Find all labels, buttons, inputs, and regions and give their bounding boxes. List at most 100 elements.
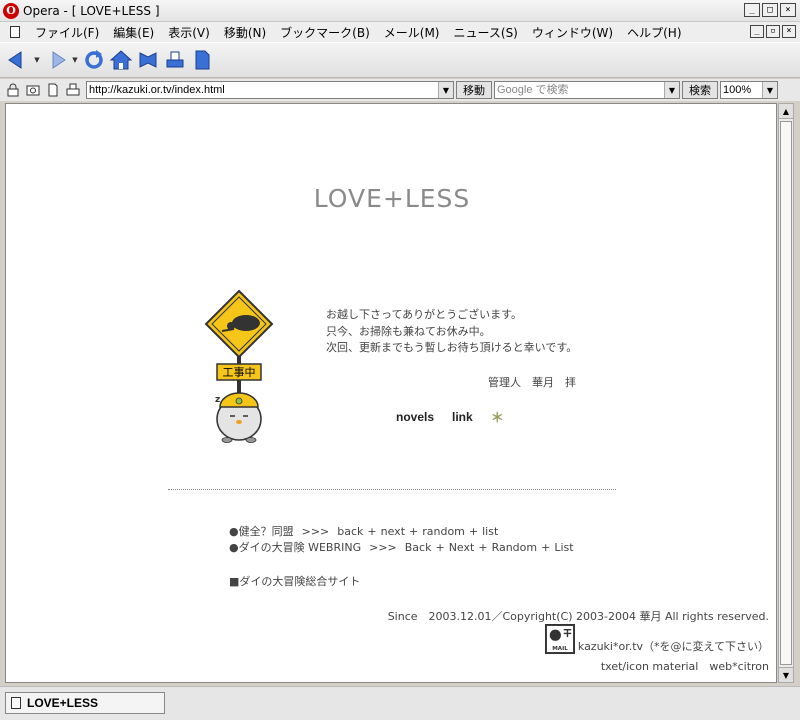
webring-name: ●健全？同盟 — [229, 525, 294, 538]
screenshot-button[interactable] — [24, 81, 42, 99]
arrows-separator: >>> — [369, 541, 397, 554]
menu-view[interactable]: 表示(V) — [161, 24, 217, 41]
reload-button[interactable] — [82, 48, 106, 72]
security-icon[interactable] — [4, 81, 22, 99]
svg-text:z: z — [215, 395, 220, 405]
menu-help[interactable]: ヘルプ(H) — [620, 24, 688, 41]
page-info-button[interactable] — [44, 81, 62, 99]
webring-random-link[interactable]: random — [422, 524, 465, 540]
window-titlebar: O Opera - [ LOVE+LESS ] _ □ × — [0, 0, 800, 22]
search-engine-dropdown[interactable]: ▼ — [664, 82, 679, 98]
menu-bar: ファイル(F) 編集(E) 表示(V) 移動(N) ブックマーク(B) メール(… — [0, 22, 800, 42]
plus-separator: + — [478, 541, 488, 554]
url-field[interactable]: ▼ — [86, 81, 454, 99]
scroll-down-arrow[interactable]: ▼ — [779, 667, 793, 682]
webring-back-link[interactable]: back — [337, 524, 363, 540]
vertical-scrollbar[interactable]: ▲ ▼ — [778, 103, 794, 683]
document-icon — [10, 26, 20, 38]
camera-icon — [26, 85, 40, 96]
forward-arrow-icon — [52, 51, 66, 69]
dotted-divider — [168, 489, 616, 490]
lock-icon — [7, 83, 19, 97]
material-credit[interactable]: txet/icon material web*citron — [601, 658, 769, 674]
star-icon: ＊ — [490, 410, 504, 425]
scroll-up-arrow[interactable]: ▲ — [779, 104, 793, 119]
menu-bookmarks[interactable]: ブックマーク(B) — [273, 24, 377, 41]
menu-window[interactable]: ウィンドウ(W) — [525, 24, 620, 41]
url-history-dropdown[interactable]: ▼ — [438, 82, 453, 98]
scroll-thumb[interactable] — [780, 121, 792, 665]
mdi-restore-button[interactable]: ▫ — [766, 25, 780, 38]
greeting-message: お越し下さってありがとうございます。 只今、お掃除も兼ねてお休み中。 次回、更新… — [326, 307, 577, 357]
webring-row: ●健全？同盟 >>> back + next + random + list — [229, 524, 574, 540]
webring-list-link[interactable]: list — [482, 524, 498, 540]
arrows-separator: >>> — [301, 525, 330, 538]
fan-site-link[interactable]: ■ダイの大冒険総合サイト — [229, 573, 360, 589]
message-line: 次回、更新までもう暫しお待ち頂けると幸いです。 — [326, 341, 578, 354]
maximize-button[interactable]: □ — [762, 3, 778, 17]
webring-row: ●ダイの大冒険 WEBRING >>> Back + Next + Random… — [229, 540, 574, 556]
webring-list-link[interactable]: List — [554, 540, 573, 556]
zoom-dropdown[interactable]: ▼ — [762, 82, 777, 98]
home-icon — [109, 50, 133, 70]
mail-address: kazuki*or.tv（*を@に変えて下さい） — [577, 640, 769, 653]
go-button[interactable]: 移動 — [456, 81, 492, 99]
minimize-button[interactable]: _ — [744, 3, 760, 17]
zoom-input[interactable] — [721, 82, 762, 98]
page-tab[interactable]: LOVE+LESS — [5, 692, 165, 714]
admin-signature: 管理人 華月 拝 — [488, 376, 576, 389]
webring-next-link[interactable]: next — [381, 524, 405, 540]
back-arrow-icon — [8, 51, 22, 69]
webring-name: ●ダイの大冒険 WEBRING — [229, 541, 362, 554]
menu-file[interactable]: ファイル(F) — [28, 24, 106, 41]
mail-contact: MAIL kazuki*or.tv（*を@に変えて下さい） — [544, 624, 769, 654]
back-history-dropdown[interactable]: ▼ — [33, 48, 41, 72]
main-toolbar: ▼ ▼ — [0, 42, 800, 78]
window-title: Opera - [ LOVE+LESS ] — [23, 3, 160, 18]
menu-navigation[interactable]: 移動(N) — [217, 24, 273, 41]
search-button[interactable]: 検索 — [682, 81, 718, 99]
forward-button[interactable] — [44, 48, 68, 72]
forward-history-dropdown[interactable]: ▼ — [71, 48, 79, 72]
svg-text:MAIL: MAIL — [552, 646, 568, 652]
plus-separator: + — [468, 525, 479, 538]
page-viewport: LOVE+LESS 工事中 z お越し下さってありがとうございます。 只今、お掃… — [5, 103, 777, 683]
reload-icon — [85, 50, 103, 69]
webrings: ●健全？同盟 >>> back + next + random + list ●… — [229, 524, 574, 556]
zoom-select[interactable]: ▼ — [720, 81, 778, 99]
bookmarks-icon — [139, 52, 157, 68]
webring-random-link[interactable]: Random — [492, 540, 538, 556]
printer-icon — [166, 51, 184, 68]
address-bar: ▼ 移動 ▼ 検索 ▼ — [0, 79, 800, 101]
nav-novels-link[interactable]: novels — [396, 410, 434, 424]
menu-edit[interactable]: 編集(E) — [106, 24, 161, 41]
page-icon — [48, 83, 58, 97]
site-title: LOVE+LESS — [313, 184, 471, 213]
print-button[interactable] — [163, 48, 187, 72]
new-page-button[interactable] — [190, 48, 214, 72]
back-button[interactable] — [6, 48, 30, 72]
search-field[interactable]: ▼ — [494, 81, 680, 99]
status-bar: LOVE+LESS — [0, 686, 800, 720]
webring-back-link[interactable]: Back — [405, 540, 432, 556]
svg-text:工事中: 工事中 — [223, 366, 256, 379]
url-input[interactable] — [87, 82, 438, 98]
new-page-icon — [195, 50, 210, 70]
search-input[interactable] — [495, 82, 664, 98]
print-preview-button[interactable] — [64, 81, 82, 99]
menu-mail[interactable]: メール(M) — [377, 24, 447, 41]
tab-label: LOVE+LESS — [27, 696, 99, 710]
plus-separator: + — [541, 541, 551, 554]
close-button[interactable]: × — [780, 3, 796, 17]
copyright-text: Since 2003.12.01／Copyright(C) 2003-2004 … — [387, 610, 769, 623]
mail-icon[interactable]: MAIL — [544, 624, 575, 654]
home-button[interactable] — [109, 48, 133, 72]
mdi-minimize-button[interactable]: _ — [750, 25, 764, 38]
webring-next-link[interactable]: Next — [449, 540, 475, 556]
site-nav: novels link ＊ — [396, 407, 504, 426]
under-construction-illustration: 工事中 z — [204, 289, 274, 443]
nav-link-link[interactable]: link — [452, 410, 473, 424]
bookmarks-button[interactable] — [136, 48, 160, 72]
mdi-close-button[interactable]: × — [782, 25, 796, 38]
menu-news[interactable]: ニュース(S) — [446, 24, 524, 41]
